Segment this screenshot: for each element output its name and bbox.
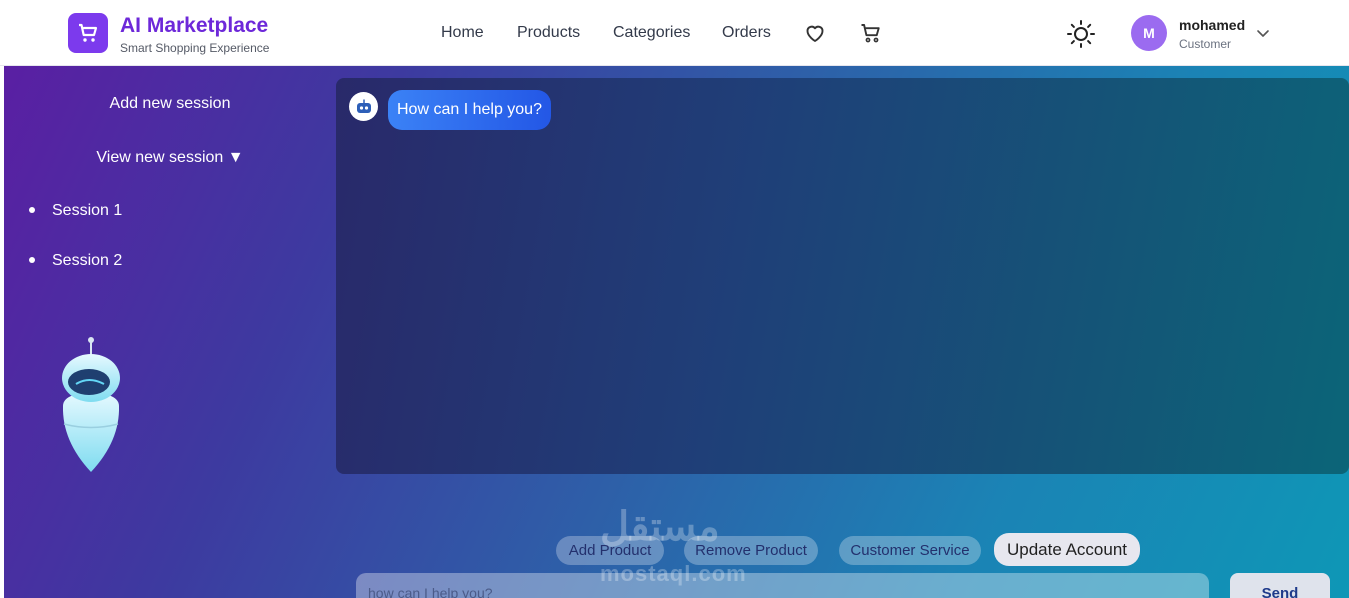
update-account-chip[interactable]: Update Account: [994, 533, 1140, 566]
chat-panel: How can I help you?: [336, 78, 1349, 474]
bot-avatar-icon: [349, 92, 378, 121]
add-session-button[interactable]: Add new session: [4, 95, 336, 113]
heart-icon[interactable]: [803, 21, 827, 45]
nav-orders[interactable]: Orders: [722, 24, 771, 42]
nav-categories[interactable]: Categories: [613, 24, 690, 42]
nav-home[interactable]: Home: [441, 24, 484, 42]
bot-message: How can I help you?: [388, 90, 551, 130]
customer-service-chip[interactable]: Customer Service: [839, 536, 981, 565]
bullet: [29, 257, 35, 263]
session-item-2[interactable]: Session 2: [52, 252, 122, 270]
cart-logo-icon[interactable]: [68, 13, 108, 53]
message-input[interactable]: [356, 573, 1209, 598]
brand-subtitle: Smart Shopping Experience: [120, 41, 270, 55]
avatar[interactable]: M: [1131, 15, 1167, 51]
robot-illustration: [54, 336, 134, 476]
nav-products[interactable]: Products: [517, 24, 580, 42]
cart-icon[interactable]: [859, 21, 883, 45]
top-navbar: AI Marketplace Smart Shopping Experience…: [0, 0, 1349, 66]
send-button[interactable]: Send: [1230, 573, 1330, 598]
chevron-down-icon[interactable]: [1256, 26, 1270, 40]
bullet: [29, 207, 35, 213]
remove-product-chip[interactable]: Remove Product: [684, 536, 818, 565]
view-session-button[interactable]: View new session ▼: [4, 149, 336, 167]
main-area: Add new session View new session ▼ Sessi…: [4, 66, 1349, 598]
add-product-chip[interactable]: Add Product: [556, 536, 664, 565]
brand-title[interactable]: AI Marketplace: [120, 14, 268, 38]
sun-icon[interactable]: [1066, 19, 1096, 49]
user-role: Customer: [1179, 37, 1232, 51]
user-name[interactable]: mohamed: [1179, 17, 1245, 33]
session-item-1[interactable]: Session 1: [52, 202, 122, 220]
